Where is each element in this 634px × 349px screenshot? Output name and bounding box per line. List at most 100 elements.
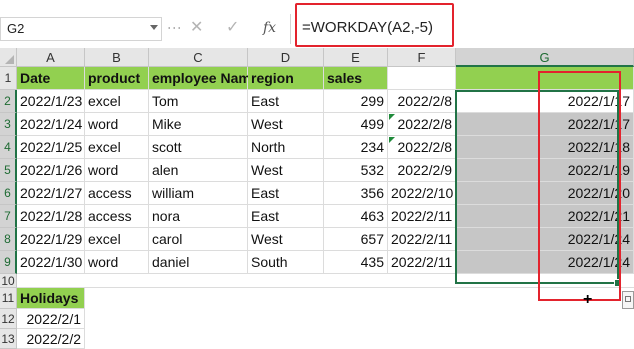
row-header-13[interactable]: 13 <box>0 329 17 349</box>
empty-cells-area[interactable] <box>85 288 634 349</box>
cell-d8[interactable]: West <box>248 228 324 251</box>
cell-e4[interactable]: 234 <box>324 136 388 159</box>
cell-g9[interactable]: 2022/1/24 <box>456 251 634 274</box>
cell-b8[interactable]: excel <box>85 228 149 251</box>
row-header-7[interactable]: 7 <box>0 205 17 228</box>
cell-b2[interactable]: excel <box>85 90 149 113</box>
row-header-5[interactable]: 5 <box>0 159 17 182</box>
cell-e7[interactable]: 463 <box>324 205 388 228</box>
cell-e2[interactable]: 299 <box>324 90 388 113</box>
cell-f7[interactable]: 2022/2/11 <box>388 205 456 228</box>
cell-f3[interactable]: 2022/2/8 <box>388 113 456 136</box>
cell-d1[interactable]: region <box>248 67 324 90</box>
cell-a7[interactable]: 2022/1/28 <box>17 205 85 228</box>
cell-c2[interactable]: Tom <box>149 90 248 113</box>
row-header-4[interactable]: 4 <box>0 136 17 159</box>
cell-a2[interactable]: 2022/1/23 <box>17 90 85 113</box>
cell-g2[interactable]: 2022/1/17 <box>456 90 634 113</box>
cancel-icon[interactable]: ✕ <box>190 17 203 39</box>
cell-g1[interactable] <box>456 67 634 90</box>
cell-g4[interactable]: 2022/1/18 <box>456 136 634 159</box>
cell-f5[interactable]: 2022/2/9 <box>388 159 456 182</box>
column-header-g[interactable]: G <box>456 48 634 67</box>
cell-a11[interactable]: Holidays <box>17 288 85 309</box>
column-header-e[interactable]: E <box>324 48 388 67</box>
cell-a6[interactable]: 2022/1/27 <box>17 182 85 205</box>
cell-c6[interactable]: william <box>149 182 248 205</box>
column-header-a[interactable]: A <box>17 48 85 67</box>
cell-a5[interactable]: 2022/1/26 <box>17 159 85 182</box>
name-box-dropdown-icon[interactable] <box>150 25 158 30</box>
row-header-1[interactable]: 1 <box>0 67 17 90</box>
cell-e6[interactable]: 356 <box>324 182 388 205</box>
cell-e8[interactable]: 657 <box>324 228 388 251</box>
cell-a1[interactable]: Date <box>17 67 85 90</box>
cell-b3[interactable]: word <box>85 113 149 136</box>
cell-b5[interactable]: word <box>85 159 149 182</box>
cell-d7[interactable]: East <box>248 205 324 228</box>
cell-e5[interactable]: 532 <box>324 159 388 182</box>
cell-c7[interactable]: nora <box>149 205 248 228</box>
cell-g8[interactable]: 2022/1/24 <box>456 228 634 251</box>
row-header-11[interactable]: 11 <box>0 288 17 309</box>
cell-f4[interactable]: 2022/2/8 <box>388 136 456 159</box>
cell-f9[interactable]: 2022/2/11 <box>388 251 456 274</box>
cell-c8[interactable]: carol <box>149 228 248 251</box>
cell-a12[interactable]: 2022/2/1 <box>17 309 85 329</box>
cell-g3[interactable]: 2022/1/17 <box>456 113 634 136</box>
insert-function-icon[interactable]: fx <box>263 17 276 39</box>
cell-d9[interactable]: South <box>248 251 324 274</box>
cell-f1[interactable] <box>388 67 456 90</box>
cell-a9[interactable]: 2022/1/30 <box>17 251 85 274</box>
row-header-2[interactable]: 2 <box>0 90 17 113</box>
cell-g6[interactable]: 2022/1/20 <box>456 182 634 205</box>
row-header-12[interactable]: 12 <box>0 309 17 329</box>
cell-a3[interactable]: 2022/1/24 <box>17 113 85 136</box>
cell-c9[interactable]: daniel <box>149 251 248 274</box>
row-header-10[interactable]: 10 <box>0 274 17 288</box>
cell-f6[interactable]: 2022/2/10 <box>388 182 456 205</box>
row-header-3[interactable]: 3 <box>0 113 17 136</box>
error-indicator-icon[interactable] <box>389 114 395 120</box>
cell-b7[interactable]: access <box>85 205 149 228</box>
cell-b4[interactable]: excel <box>85 136 149 159</box>
row-header-9[interactable]: 9 <box>0 251 17 274</box>
cell-b9[interactable]: word <box>85 251 149 274</box>
formula-bar-grip-icon[interactable]: ⋮ <box>167 21 183 34</box>
row-header-6[interactable]: 6 <box>0 182 17 205</box>
cell-d5[interactable]: West <box>248 159 324 182</box>
cell-c5[interactable]: alen <box>149 159 248 182</box>
cell-d3[interactable]: West <box>248 113 324 136</box>
cell-f8[interactable]: 2022/2/11 <box>388 228 456 251</box>
cell-a4[interactable]: 2022/1/25 <box>17 136 85 159</box>
cell-c4[interactable]: scott <box>149 136 248 159</box>
name-box[interactable]: G2 <box>0 17 162 41</box>
column-header-f[interactable]: F <box>388 48 456 67</box>
cell-a13[interactable]: 2022/2/2 <box>17 329 85 349</box>
row-header-8[interactable]: 8 <box>0 228 17 251</box>
cell-b1[interactable]: product <box>85 67 149 90</box>
empty-row-10[interactable] <box>17 274 634 288</box>
cell-f2[interactable]: 2022/2/8 <box>388 90 456 113</box>
error-indicator-icon[interactable] <box>389 137 395 143</box>
select-all-button[interactable] <box>0 48 17 67</box>
cell-d6[interactable]: East <box>248 182 324 205</box>
cell-b6[interactable]: access <box>85 182 149 205</box>
cell-c1[interactable]: employee Nam <box>149 67 251 90</box>
cell-g7[interactable]: 2022/1/21 <box>456 205 634 228</box>
column-header-c[interactable]: C <box>149 48 248 67</box>
cell-g5[interactable]: 2022/1/19 <box>456 159 634 182</box>
cell-c3[interactable]: Mike <box>149 113 248 136</box>
cell-a8[interactable]: 2022/1/29 <box>17 228 85 251</box>
column-header-d[interactable]: D <box>248 48 324 67</box>
quick-analysis-icon[interactable] <box>622 291 634 309</box>
cell-e3[interactable]: 499 <box>324 113 388 136</box>
cell-e1[interactable]: sales <box>324 67 388 90</box>
cell-d4[interactable]: North <box>248 136 324 159</box>
enter-icon[interactable]: ✓ <box>226 17 239 39</box>
cell-e9[interactable]: 435 <box>324 251 388 274</box>
cell-d2[interactable]: East <box>248 90 324 113</box>
worksheet-grid[interactable]: A B C D E F G 1 2 3 4 5 6 7 8 9 10 11 12… <box>0 48 634 349</box>
fill-handle[interactable] <box>614 279 622 287</box>
column-header-b[interactable]: B <box>85 48 149 67</box>
